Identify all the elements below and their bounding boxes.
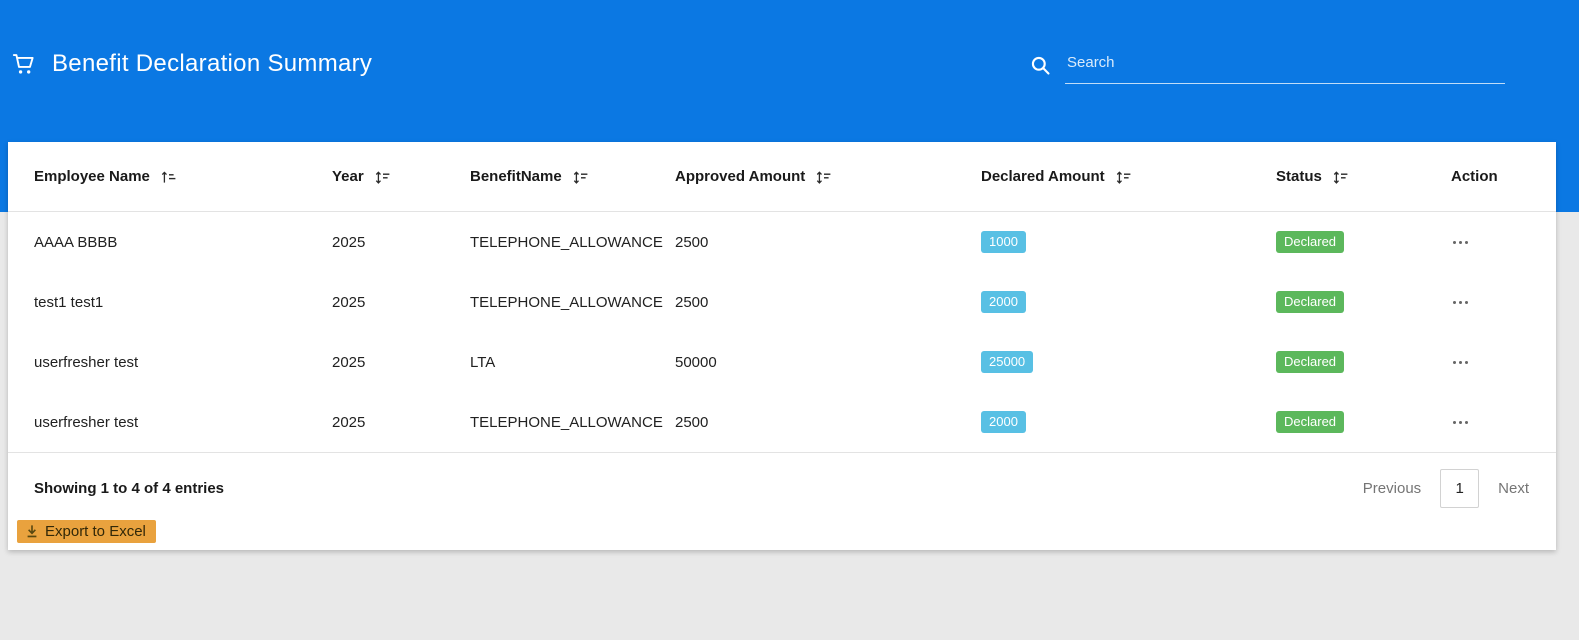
cell-status: Declared	[1276, 231, 1441, 253]
more-actions-button[interactable]	[1441, 301, 1471, 304]
export-to-excel-button[interactable]: Export to Excel	[17, 520, 156, 543]
column-header-label: Status	[1276, 168, 1322, 185]
table-header-row: Employee Name Year	[8, 142, 1556, 212]
status-badge: Declared	[1276, 291, 1344, 313]
table-footer: Showing 1 to 4 of 4 entries Previous 1 N…	[8, 452, 1556, 549]
ellipsis-dot	[1459, 241, 1462, 244]
cell-approved-amount: 2500	[675, 234, 981, 251]
table-body: AAAA BBBB 2025 TELEPHONE_ALLOWANCE 2500 …	[8, 212, 1556, 452]
column-header-label: BenefitName	[470, 168, 562, 185]
sort-icon	[573, 171, 588, 184]
column-header-action: Action	[1441, 168, 1556, 185]
ellipsis-dot	[1465, 421, 1468, 424]
search-icon	[1030, 55, 1051, 76]
column-header-status[interactable]: Status	[1276, 168, 1441, 185]
cell-year: 2025	[332, 414, 470, 431]
table-row: userfresher test 2025 TELEPHONE_ALLOWANC…	[8, 392, 1556, 452]
cell-status: Declared	[1276, 291, 1441, 313]
cell-year: 2025	[332, 234, 470, 251]
cell-approved-amount: 50000	[675, 354, 981, 371]
cell-benefit-name: LTA	[470, 354, 675, 371]
cell-action	[1441, 241, 1556, 244]
ellipsis-dot	[1453, 301, 1456, 304]
export-button-label: Export to Excel	[45, 523, 146, 540]
column-header-declared-amount[interactable]: Declared Amount	[981, 168, 1276, 185]
cell-year: 2025	[332, 294, 470, 311]
next-button[interactable]: Next	[1498, 480, 1529, 497]
sort-ascending-icon	[161, 171, 176, 184]
cell-employee-name: AAAA BBBB	[34, 234, 332, 251]
status-badge: Declared	[1276, 411, 1344, 433]
ellipsis-dot	[1453, 241, 1456, 244]
cell-benefit-name: TELEPHONE_ALLOWANCE	[470, 234, 675, 251]
download-icon	[25, 525, 39, 539]
cell-action	[1441, 301, 1556, 304]
table-row: userfresher test 2025 LTA 50000 25000 De…	[8, 332, 1556, 392]
declared-amount-badge: 2000	[981, 411, 1026, 433]
ellipsis-dot	[1465, 301, 1468, 304]
sort-icon	[816, 171, 831, 184]
ellipsis-dot	[1459, 301, 1462, 304]
search-input[interactable]	[1065, 52, 1505, 84]
pagination: Previous 1 Next	[1363, 468, 1529, 508]
cell-employee-name: userfresher test	[34, 414, 332, 431]
shopping-cart-icon	[10, 51, 37, 78]
ellipsis-dot	[1453, 421, 1456, 424]
search-box	[1030, 52, 1505, 84]
more-actions-button[interactable]	[1441, 421, 1471, 424]
table-row: test1 test1 2025 TELEPHONE_ALLOWANCE 250…	[8, 272, 1556, 332]
cell-declared-amount: 2000	[981, 411, 1276, 433]
cell-status: Declared	[1276, 411, 1441, 433]
cell-declared-amount: 1000	[981, 231, 1276, 253]
declared-amount-badge: 2000	[981, 291, 1026, 313]
cell-employee-name: userfresher test	[34, 354, 332, 371]
column-header-label: Approved Amount	[675, 168, 805, 185]
column-header-year[interactable]: Year	[332, 168, 470, 185]
declared-amount-badge: 25000	[981, 351, 1033, 373]
previous-button[interactable]: Previous	[1363, 480, 1421, 497]
cell-action	[1441, 421, 1556, 424]
cell-declared-amount: 25000	[981, 351, 1276, 373]
table-row: AAAA BBBB 2025 TELEPHONE_ALLOWANCE 2500 …	[8, 212, 1556, 272]
entries-summary: Showing 1 to 4 of 4 entries	[34, 480, 224, 497]
sort-icon	[1116, 171, 1131, 184]
ellipsis-dot	[1465, 361, 1468, 364]
page-number-button[interactable]: 1	[1440, 469, 1479, 508]
more-actions-button[interactable]	[1441, 361, 1471, 364]
cell-approved-amount: 2500	[675, 294, 981, 311]
ellipsis-dot	[1459, 421, 1462, 424]
ellipsis-dot	[1453, 361, 1456, 364]
cell-approved-amount: 2500	[675, 414, 981, 431]
status-badge: Declared	[1276, 351, 1344, 373]
title-group: Benefit Declaration Summary	[10, 50, 372, 78]
sort-icon	[1333, 171, 1348, 184]
sort-icon	[375, 171, 390, 184]
column-header-label: Year	[332, 168, 364, 185]
cell-declared-amount: 2000	[981, 291, 1276, 313]
cell-benefit-name: TELEPHONE_ALLOWANCE	[470, 414, 675, 431]
column-header-approved-amount[interactable]: Approved Amount	[675, 168, 981, 185]
column-header-label: Action	[1451, 168, 1498, 185]
column-header-employee-name[interactable]: Employee Name	[34, 168, 332, 185]
column-header-benefitname[interactable]: BenefitName	[470, 168, 675, 185]
benefit-summary-card: Employee Name Year	[8, 142, 1556, 550]
cell-employee-name: test1 test1	[34, 294, 332, 311]
column-header-label: Declared Amount	[981, 168, 1105, 185]
ellipsis-dot	[1465, 241, 1468, 244]
cell-year: 2025	[332, 354, 470, 371]
more-actions-button[interactable]	[1441, 241, 1471, 244]
status-badge: Declared	[1276, 231, 1344, 253]
declared-amount-badge: 1000	[981, 231, 1026, 253]
cell-status: Declared	[1276, 351, 1441, 373]
column-header-label: Employee Name	[34, 168, 150, 185]
page-title: Benefit Declaration Summary	[52, 50, 372, 78]
cell-action	[1441, 361, 1556, 364]
ellipsis-dot	[1459, 361, 1462, 364]
cell-benefit-name: TELEPHONE_ALLOWANCE	[470, 294, 675, 311]
